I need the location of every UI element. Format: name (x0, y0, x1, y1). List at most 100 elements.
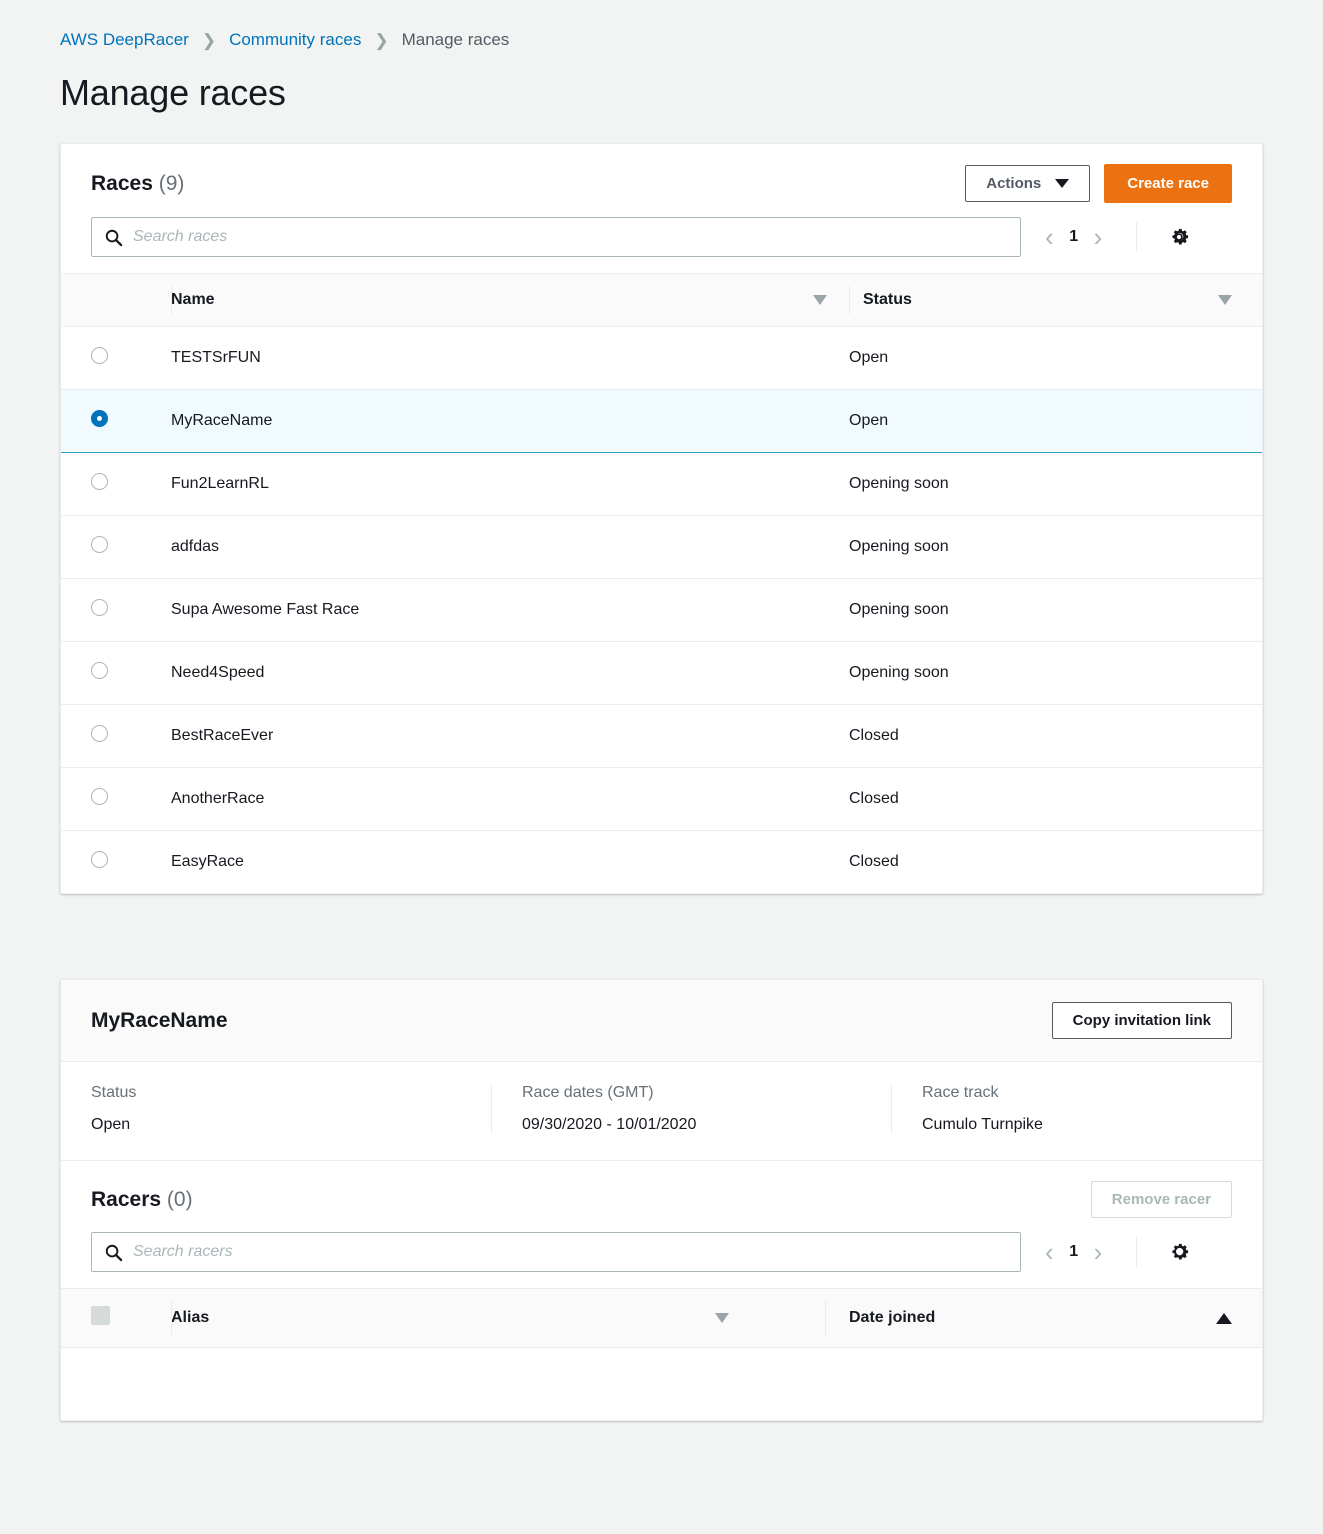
breadcrumb-separator-icon: ❯ (374, 32, 388, 49)
race-detail-header: MyRaceName Copy invitation link (61, 980, 1262, 1062)
table-row[interactable]: BestRaceEverClosed (61, 705, 1262, 768)
race-row-select-cell[interactable] (61, 453, 171, 516)
races-column-header-name-label: Name (171, 291, 215, 309)
race-radio-button[interactable] (91, 473, 108, 490)
race-row-select-cell[interactable] (61, 831, 171, 894)
next-page-icon[interactable]: › (1094, 224, 1103, 250)
race-status-cell: Closed (849, 768, 1262, 831)
races-column-header-name[interactable]: Name (171, 274, 849, 327)
copy-invitation-link-button[interactable]: Copy invitation link (1052, 1002, 1232, 1039)
race-name-cell: TESTSrFUN (171, 327, 849, 390)
race-radio-button[interactable] (91, 347, 108, 364)
races-table-header: Name Status (61, 274, 1262, 327)
column-divider (849, 286, 850, 314)
race-radio-button[interactable] (91, 536, 108, 553)
race-row-select-cell[interactable] (61, 516, 171, 579)
breadcrumb-item-community-races[interactable]: Community races (229, 30, 361, 50)
race-status-cell: Opening soon (849, 453, 1262, 516)
race-status-cell: Opening soon (849, 516, 1262, 579)
races-title-text: Races (91, 172, 153, 195)
racers-preferences-gear-icon[interactable] (1167, 1240, 1191, 1264)
race-detail-field-race-dates-label: Race dates (GMT) (522, 1084, 861, 1102)
race-detail-field-race-track-value: Cumulo Turnpike (922, 1116, 1043, 1134)
race-name-cell: adfdas (171, 516, 849, 579)
race-detail-field-race-dates: Race dates (GMT) 09/30/2020 - 10/01/2020 (491, 1084, 891, 1134)
race-status-cell: Opening soon (849, 579, 1262, 642)
race-radio-button[interactable] (91, 662, 108, 679)
races-panel: Races (9) Actions Create race Search rac… (60, 143, 1263, 894)
breadcrumb-separator-icon: ❯ (202, 32, 216, 49)
races-panel-header: Races (9) Actions Create race (61, 144, 1262, 203)
race-radio-button[interactable] (91, 725, 108, 742)
races-page-number[interactable]: 1 (1068, 228, 1080, 246)
race-status-cell: Open (849, 327, 1262, 390)
racers-pagination: ‹ 1 › (1045, 1237, 1191, 1267)
races-column-header-status[interactable]: Status (849, 274, 1262, 327)
race-status-cell: Closed (849, 831, 1262, 894)
actions-dropdown-button[interactable]: Actions (965, 165, 1090, 202)
next-page-icon[interactable]: › (1094, 1239, 1103, 1265)
table-row[interactable]: Need4SpeedOpening soon (61, 642, 1262, 705)
race-row-select-cell[interactable] (61, 705, 171, 768)
table-row[interactable]: TESTSrFUNOpen (61, 327, 1262, 390)
race-row-select-cell[interactable] (61, 579, 171, 642)
search-icon (104, 228, 123, 247)
race-row-select-cell[interactable] (61, 768, 171, 831)
racers-header-row: Alias Date joined (61, 1289, 1262, 1348)
race-row-select-cell[interactable] (61, 642, 171, 705)
race-radio-button[interactable] (91, 851, 108, 868)
column-divider (825, 1301, 826, 1335)
search-racers-input[interactable]: Search racers (91, 1232, 1021, 1272)
previous-page-icon[interactable]: ‹ (1045, 224, 1054, 250)
search-racers-placeholder: Search racers (133, 1243, 233, 1261)
search-icon (104, 1243, 123, 1262)
race-row-select-cell[interactable] (61, 390, 171, 453)
table-row[interactable]: Fun2LearnRLOpening soon (61, 453, 1262, 516)
race-status-cell: Opening soon (849, 642, 1262, 705)
sort-ascending-active-icon[interactable] (1216, 1313, 1232, 1324)
select-all-checkbox[interactable] (91, 1306, 110, 1325)
races-select-column-header (61, 274, 171, 327)
race-name-cell: AnotherRace (171, 768, 849, 831)
race-name-cell: Need4Speed (171, 642, 849, 705)
race-name-cell: BestRaceEver (171, 705, 849, 768)
race-detail-panel: MyRaceName Copy invitation link Status O… (60, 979, 1263, 1421)
sort-descending-icon[interactable] (1218, 295, 1232, 305)
race-row-select-cell[interactable] (61, 327, 171, 390)
table-row[interactable]: AnotherRaceClosed (61, 768, 1262, 831)
racers-page-number[interactable]: 1 (1068, 1243, 1080, 1261)
table-row[interactable]: Supa Awesome Fast RaceOpening soon (61, 579, 1262, 642)
races-table: Name Status TESTSrFUNOpenMyRaceNameOpenF… (61, 273, 1262, 893)
remove-racer-button[interactable]: Remove racer (1091, 1181, 1232, 1218)
racers-filter-row: Search racers ‹ 1 › (61, 1218, 1262, 1288)
create-race-button[interactable]: Create race (1104, 164, 1232, 203)
race-detail-fields: Status Open Race dates (GMT) 09/30/2020 … (61, 1062, 1262, 1161)
racers-title: Racers (0) (91, 1188, 193, 1212)
racers-table-header: Alias Date joined (61, 1289, 1262, 1348)
racers-column-header-alias[interactable]: Alias (171, 1289, 849, 1348)
racers-column-header-date-joined-label: Date joined (849, 1309, 935, 1327)
sort-descending-icon[interactable] (715, 1313, 729, 1323)
table-row[interactable]: EasyRaceClosed (61, 831, 1262, 894)
chevron-down-icon (1055, 179, 1069, 188)
races-filter-row: Search races ‹ 1 › (61, 203, 1262, 273)
race-detail-field-status: Status Open (91, 1084, 491, 1134)
search-races-input[interactable]: Search races (91, 217, 1021, 257)
race-radio-button[interactable] (91, 788, 108, 805)
table-row[interactable]: MyRaceNameOpen (61, 390, 1262, 453)
race-detail-field-race-track: Race track Cumulo Turnpike (891, 1084, 1073, 1134)
race-radio-button[interactable] (91, 410, 108, 427)
race-detail-field-status-value: Open (91, 1116, 461, 1134)
races-header-row: Name Status (61, 274, 1262, 327)
race-radio-button[interactable] (91, 599, 108, 616)
column-divider (171, 286, 172, 314)
races-count: (9) (159, 172, 185, 195)
previous-page-icon[interactable]: ‹ (1045, 1239, 1054, 1265)
table-row[interactable]: adfdasOpening soon (61, 516, 1262, 579)
racers-panel-header: Racers (0) Remove racer (61, 1161, 1262, 1218)
racers-column-header-date-joined[interactable]: Date joined (849, 1289, 1262, 1348)
races-preferences-gear-icon[interactable] (1167, 225, 1191, 249)
race-detail-title: MyRaceName (91, 1009, 228, 1033)
sort-descending-icon[interactable] (813, 295, 827, 305)
breadcrumb-item-aws-deepracer[interactable]: AWS DeepRacer (60, 30, 189, 50)
